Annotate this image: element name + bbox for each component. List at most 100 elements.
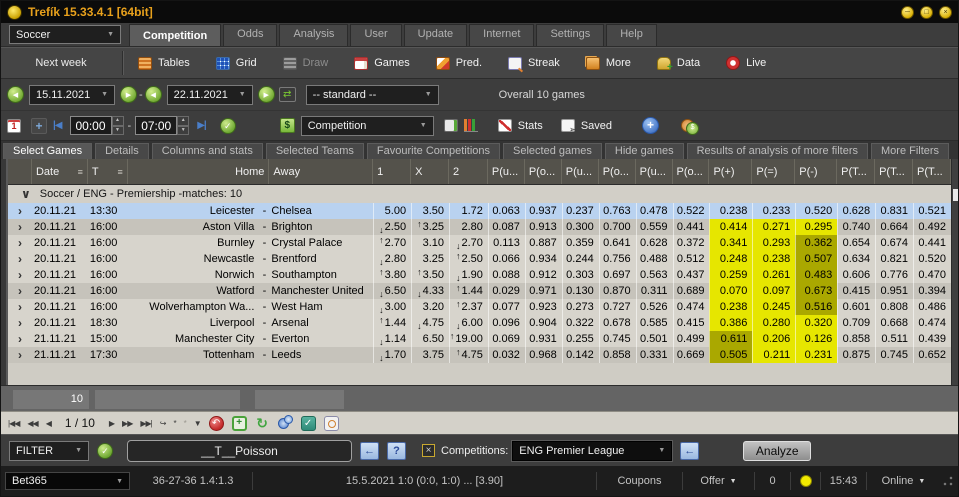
paste-competition-icon[interactable]: ← <box>680 442 699 460</box>
column-header-p[interactable]: P(-) <box>795 159 837 184</box>
table-row[interactable]: ›21.11.2117:30Tottenham-Leeds↓1.703.75↑4… <box>8 347 951 363</box>
column-header-p-o[interactable]: P(o... <box>673 159 710 184</box>
sport-select[interactable]: Soccer ▼ <box>9 25 121 44</box>
group-by-select[interactable]: Competition ▼ <box>301 116 434 136</box>
competitions-checkbox[interactable]: × <box>422 444 435 457</box>
table-row[interactable]: ›20.11.2116:00Norwich-Southampton↑3.80↑3… <box>8 267 951 283</box>
filter-check-icon[interactable]: ✓ <box>97 443 113 459</box>
column-header-t[interactable]: T≡ <box>88 159 128 184</box>
active-filter-button[interactable]: __T__Poisson <box>127 440 352 462</box>
bookmaker-select[interactable]: Bet365 ▼ <box>5 472 130 490</box>
tab-hide-games[interactable]: Hide games <box>605 143 684 159</box>
paste-filter-icon[interactable]: ← <box>360 442 379 460</box>
prev-page-icon[interactable]: ◀ <box>46 419 51 428</box>
left-splitter[interactable] <box>1 159 8 385</box>
column-header-date[interactable]: Date≡ <box>32 159 88 184</box>
spin-up-icon[interactable]: ▲ <box>177 116 189 126</box>
date-to-select[interactable]: 22.11.2021 ▼ <box>167 85 253 105</box>
tab-selected-teams[interactable]: Selected Teams <box>266 143 364 159</box>
scrollbar-thumb[interactable] <box>953 189 958 201</box>
competition-select[interactable]: ENG Premier League ▼ <box>512 441 672 461</box>
table-row[interactable]: ›20.11.2116:00Aston Villa-Brighton↓2.50↑… <box>8 219 951 235</box>
table-row[interactable]: ›20.11.2116:00Newcastle-Brentford↓2.803.… <box>8 251 951 267</box>
filter-select[interactable]: FILTER ▼ <box>9 441 89 461</box>
spin-up-icon[interactable]: ▲ <box>112 116 124 126</box>
swap-dates-icon[interactable]: ⇄ <box>279 87 296 102</box>
menu-tab-user[interactable]: User <box>350 24 401 46</box>
time-from-spin-buttons[interactable]: ▲▼ <box>112 116 124 135</box>
money-icon[interactable]: $ <box>280 118 295 133</box>
skip-back-icon[interactable]: |◀ <box>53 120 62 131</box>
column-header-p-u[interactable]: P(u... <box>488 159 525 184</box>
table-row[interactable]: ›20.11.2113:30Leicester-Chelsea5.003.501… <box>8 203 951 219</box>
spin-down-icon[interactable]: ▼ <box>177 126 189 136</box>
skip-forward-icon[interactable]: ▶| <box>197 120 206 131</box>
data-button[interactable]: Data <box>648 54 709 73</box>
filter-funnel-icon[interactable]: ▼ <box>194 419 201 428</box>
refresh-icon[interactable]: ↻ <box>255 416 270 431</box>
date-from-prev-button[interactable]: ◀ <box>7 86 24 103</box>
table-row[interactable]: ›20.11.2116:00Watford-Manchester United↓… <box>8 283 951 299</box>
date-from-next-button[interactable]: ▶ <box>120 86 137 103</box>
saved-button[interactable]: Saved <box>561 119 612 132</box>
analyze-button[interactable]: Analyze <box>743 441 811 461</box>
maximize-button[interactable]: □ <box>920 6 933 19</box>
mark-off-icon[interactable]: * <box>184 419 186 428</box>
streak-button[interactable]: Streak <box>499 54 569 73</box>
cancel-icon[interactable]: ↶ <box>209 416 224 431</box>
column-header-p-t[interactable]: P(T... <box>913 159 951 184</box>
pred-button[interactable]: Pred. <box>427 54 491 73</box>
confirm-icon[interactable]: ✓ <box>301 416 316 431</box>
column-header-away[interactable]: Away <box>269 159 373 184</box>
group-row[interactable]: ∨ Soccer / ENG - Premiership -matches: 1… <box>8 185 951 203</box>
table-row[interactable]: ›20.11.2118:30Liverpool-Arsenal↑1.44↓4.7… <box>8 315 951 331</box>
fast-forward-icon[interactable]: ▶▶ <box>122 419 132 428</box>
table-row[interactable]: ›20.11.2116:00Burnley-Crystal Palace↑2.7… <box>8 235 951 251</box>
menu-tab-internet[interactable]: Internet <box>469 24 534 46</box>
column-header-expander[interactable] <box>8 159 32 184</box>
column-header-home[interactable]: Home <box>128 159 270 184</box>
preview-icon[interactable] <box>324 416 339 431</box>
column-header-2[interactable]: 2 <box>449 159 488 184</box>
grid-button[interactable]: Grid <box>207 54 266 73</box>
column-header-p-u[interactable]: P(u... <box>562 159 599 184</box>
add-circle-icon[interactable]: + <box>642 117 659 134</box>
menu-tab-settings[interactable]: Settings <box>536 24 604 46</box>
time-to-spin-buttons[interactable]: ▲▼ <box>177 116 189 135</box>
fast-back-icon[interactable]: ◀◀ <box>27 419 37 428</box>
menu-tab-odds[interactable]: Odds <box>223 24 277 46</box>
column-header-p-o[interactable]: P(o... <box>525 159 562 184</box>
offer-dropdown[interactable]: Offer ▼ <box>682 472 754 490</box>
menu-tab-competition[interactable]: Competition <box>129 24 221 46</box>
vertical-scrollbar[interactable] <box>951 159 958 385</box>
resize-grip[interactable] <box>942 475 954 487</box>
column-header-p-u[interactable]: P(u... <box>636 159 673 184</box>
preset-select[interactable]: -- standard -- ▼ <box>306 85 439 105</box>
first-page-icon[interactable]: |◀◀ <box>8 419 19 428</box>
minimize-button[interactable]: ─ <box>901 6 914 19</box>
stats-button[interactable]: Stats <box>498 119 543 132</box>
apply-check-icon[interactable]: ✓ <box>220 118 236 134</box>
live-button[interactable]: Live <box>717 53 775 73</box>
next-page-icon[interactable]: ▶ <box>109 419 114 428</box>
collapse-icon[interactable]: ∨ <box>21 187 31 201</box>
column-header-p[interactable]: P(+) <box>709 159 752 184</box>
column-header-1[interactable]: 1 <box>373 159 411 184</box>
last-page-icon[interactable]: ▶▶| <box>140 419 151 428</box>
help-icon[interactable]: ? <box>387 442 406 460</box>
date-from-select[interactable]: 15.11.2021 ▼ <box>29 85 115 105</box>
more-button[interactable]: More <box>577 54 640 73</box>
menu-tab-help[interactable]: Help <box>606 24 657 46</box>
column-header-p[interactable]: P(=) <box>752 159 795 184</box>
tab-selected-games[interactable]: Selected games <box>503 143 602 159</box>
list-view-icon[interactable] <box>444 119 458 132</box>
calendar-day-icon[interactable]: 1 <box>7 119 21 133</box>
online-dropdown[interactable]: Online ▼ <box>866 472 940 490</box>
date-to-prev-button[interactable]: ◀ <box>145 86 162 103</box>
menu-tab-update[interactable]: Update <box>404 24 467 46</box>
settings-gears-icon[interactable] <box>278 416 293 431</box>
tab-details[interactable]: Details <box>95 143 149 159</box>
tab-columns-and-stats[interactable]: Columns and stats <box>152 143 263 159</box>
time-to-spinner[interactable]: 07:00 ▲▼ <box>135 116 189 135</box>
column-header-p-t[interactable]: P(T... <box>837 159 875 184</box>
